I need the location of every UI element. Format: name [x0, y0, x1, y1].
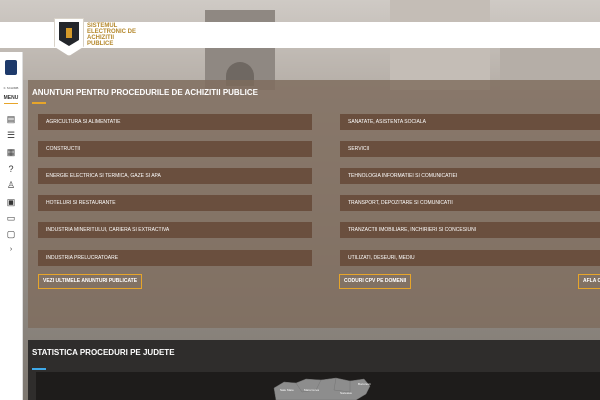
map-label-bucuresti: Bucuresti	[358, 382, 371, 386]
statistics-title-accent	[32, 368, 46, 370]
logo-shield-icon	[59, 22, 79, 46]
statistics-title: STATISTICA PROCEDURI PE JUDETE	[32, 348, 175, 357]
list-icon[interactable]: ☰	[6, 130, 16, 140]
category-agricultura[interactable]: AGRICULTURA SI ALIMENTATIE	[38, 114, 312, 130]
sidebar: F. SCHIMB MENU ▤ ☰ ▦ ? ♙ ▣ ▭ ▢ ›	[0, 52, 23, 400]
logo-line: PUBLICE	[87, 41, 114, 47]
procedures-panel: ANUNTURI PENTRU PROCEDURILE DE ACHIZITII…	[28, 80, 600, 328]
map-label-satu-mare: Satu Mare	[280, 388, 294, 392]
statistics-panel: STATISTICA PROCEDURI PE JUDETE Satu Mare…	[28, 340, 600, 400]
romania-county-map[interactable]	[266, 374, 376, 400]
latest-notices-button[interactable]: VEZI ULTIMELE ANUNTURI PUBLICATE	[38, 274, 143, 289]
panel-title: ANUNTURI PENTRU PROCEDURILE DE ACHIZITII…	[32, 88, 258, 97]
category-industria-minieritului[interactable]: INDUSTRIA MINERITULUI, CARIERA SI EXTRAC…	[38, 222, 312, 238]
category-tehnologia-informatiei[interactable]: TEHNOLOGIA INFORMATIEI SI COMUNICATIEI	[340, 168, 600, 184]
cpv-codes-button[interactable]: CODURI CPV PE DOMENII	[339, 274, 412, 289]
category-sanatate[interactable]: SANATATE, ASISTENTA SOCIALA	[340, 114, 600, 130]
logo-text[interactable]: SISTEMUL ELECTRONIC DE ACHIZITII PUBLICE	[87, 23, 147, 47]
map-label-suceava: Suceava	[340, 391, 352, 395]
calendar-icon[interactable]: ▦	[6, 147, 16, 157]
category-constructii[interactable]: CONSTRUCTII	[38, 141, 312, 157]
statistics-map-area: Satu Mare Maramures Suceava Bucuresti	[36, 372, 600, 400]
panel-title-accent	[32, 102, 46, 104]
learn-more-button[interactable]: AFLA C	[578, 274, 600, 289]
category-industria-prelucratoare[interactable]: INDUSTRIA PRELUCRATOARE	[38, 250, 312, 266]
menu-button[interactable]: MENU	[1, 95, 21, 101]
id-card-icon[interactable]: ▣	[6, 197, 16, 207]
monitor-icon[interactable]: ▭	[6, 213, 16, 223]
chevron-right-icon[interactable]: ›	[6, 245, 16, 255]
map-label-maramures: Maramures	[304, 388, 320, 392]
sidebar-logo-icon[interactable]	[5, 60, 17, 75]
category-transport[interactable]: TRANSPORT, DEPOZITARE SI COMUNICATII	[340, 195, 600, 211]
category-energie[interactable]: ENERGIE ELECTRICA SI TERMICA, GAZE SI AP…	[38, 168, 312, 184]
chat-icon[interactable]: ▢	[6, 229, 16, 239]
category-servicii[interactable]: SERVICII	[340, 141, 600, 157]
category-utilizati-mediu[interactable]: UTILIZATI, DESEURI, MEDIU	[340, 250, 600, 266]
help-icon[interactable]: ?	[6, 164, 16, 174]
menu-underline	[4, 103, 18, 104]
document-icon[interactable]: ▤	[6, 114, 16, 124]
sidebar-small-label: F. SCHIMB	[3, 86, 19, 90]
category-tranzactii-imobiliare[interactable]: TRANZACTII IMOBILIARE, INCHIRIERI SI CON…	[340, 222, 600, 238]
user-icon[interactable]: ♙	[6, 180, 16, 190]
category-hoteluri[interactable]: HOTELURI SI RESTAURANTE	[38, 195, 312, 211]
